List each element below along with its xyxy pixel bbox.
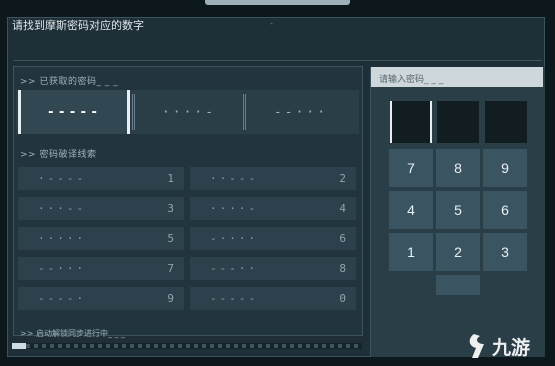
clue-code: -----	[210, 292, 259, 305]
acquired-slot-3[interactable]: --···	[250, 90, 352, 134]
clue-row: ···-- 3	[18, 197, 184, 220]
keypad-key-5[interactable]: 5	[436, 191, 480, 229]
jiuyou-logo-icon: 九游	[469, 334, 530, 359]
clue-code: --···	[38, 262, 87, 275]
clue-row: ····- 4	[190, 197, 356, 220]
keypad-key-6[interactable]: 6	[483, 191, 527, 229]
sync-status-text: >> 启动解锁同步进行中_ _ _	[20, 329, 126, 338]
clue-code: ··---	[210, 172, 259, 185]
clue-code: ---··	[210, 262, 259, 275]
clue-digit: 5	[167, 232, 174, 245]
progress-track-dots	[26, 344, 362, 348]
keypad-key-9[interactable]: 9	[483, 149, 527, 187]
clue-digit: 8	[339, 262, 346, 275]
keypad-key-partial[interactable]	[436, 275, 480, 295]
clue-row: ····· 5	[18, 227, 184, 250]
clue-row: ----· 9	[18, 287, 184, 310]
clue-code: -····	[210, 232, 259, 245]
clue-digit: 6	[339, 232, 346, 245]
clue-row: ·---- 1	[18, 167, 184, 190]
password-input[interactable]: 请输入密码_ _ _	[371, 67, 543, 87]
keypad-key-7[interactable]: 7	[389, 149, 433, 187]
acquired-slot-2[interactable]: ····-	[138, 90, 240, 134]
clue-digit: 2	[339, 172, 346, 185]
clue-digit: 1	[167, 172, 174, 185]
top-handle	[205, 0, 350, 5]
clue-code: ·····	[38, 232, 87, 245]
code-display-slot-3	[485, 101, 527, 143]
clue-row: ----- 0	[190, 287, 356, 310]
clue-digit: 7	[167, 262, 174, 275]
clue-digit: 0	[339, 292, 346, 305]
code-display-slot-1	[390, 101, 432, 143]
acquired-divider-1	[132, 94, 135, 130]
keypad-key-8[interactable]: 8	[436, 149, 480, 187]
clue-row: -···· 6	[190, 227, 356, 250]
site-watermark-logo: 九游	[464, 330, 552, 362]
clues-label: >> 密码破译线索	[20, 150, 97, 160]
code-display-slot-2	[437, 101, 479, 143]
acquired-slot-1[interactable]: -----	[18, 90, 130, 134]
keypad-key-1[interactable]: 1	[389, 233, 433, 271]
clue-row: --··· 7	[18, 257, 184, 280]
clue-row: ··--- 2	[190, 167, 356, 190]
keypad-key-3[interactable]: 3	[483, 233, 527, 271]
clue-digit: 4	[339, 202, 346, 215]
svg-text:九游: 九游	[491, 336, 530, 359]
sync-progress-fill	[12, 343, 26, 349]
title-tick: -	[270, 19, 273, 28]
keypad-key-4[interactable]: 4	[389, 191, 433, 229]
clue-row: ---·· 8	[190, 257, 356, 280]
title-separator	[14, 60, 542, 61]
acquired-label: >> 已获取的密码_ _ _	[20, 77, 119, 87]
clue-code: ----·	[38, 292, 87, 305]
clue-code: ····-	[210, 202, 259, 215]
clue-digit: 9	[167, 292, 174, 305]
keypad-key-2[interactable]: 2	[436, 233, 480, 271]
clue-digit: 3	[167, 202, 174, 215]
clue-code: ···--	[38, 202, 87, 215]
clue-code: ·----	[38, 172, 87, 185]
acquired-divider-2	[243, 94, 246, 130]
puzzle-title: 请找到摩斯密码对应的数字	[12, 19, 144, 32]
